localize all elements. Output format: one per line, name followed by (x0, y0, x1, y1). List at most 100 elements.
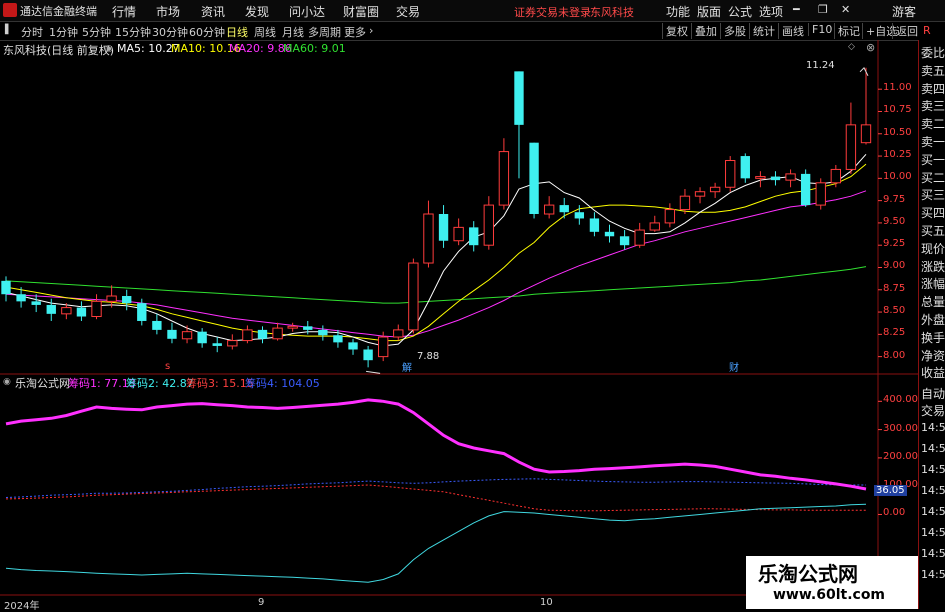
candle-down (137, 303, 147, 321)
menu-discover[interactable]: 发现 (245, 3, 269, 20)
menu-ask-xiaoda[interactable]: 问小达 (289, 3, 325, 20)
candle-down (122, 296, 132, 304)
period-1min[interactable]: 1分钟 (49, 24, 78, 40)
quote-field-label[interactable]: 外盘 (921, 311, 945, 328)
btn-stats[interactable]: 统计 (749, 23, 775, 39)
toolbar-menu-icon[interactable]: ▌ (5, 25, 12, 35)
btn-draw[interactable]: 画线 (778, 23, 804, 39)
quote-field-label[interactable]: 卖一 (921, 133, 945, 150)
chip3-line (5, 484, 866, 512)
menu-function[interactable]: 功能 (666, 3, 690, 20)
menu-wealth-circle[interactable]: 财富圈 (343, 3, 379, 20)
candle-down (574, 212, 585, 219)
btn-f10[interactable]: F10 (808, 23, 832, 36)
guest-user[interactable]: 游客 (892, 3, 916, 20)
period-weekly[interactable]: 周线 (254, 24, 276, 40)
quote-field-label[interactable]: 卖四 (921, 80, 945, 97)
quote-field-label[interactable]: 买四 (921, 204, 945, 221)
menu-news[interactable]: 资讯 (201, 3, 225, 20)
period-more[interactable]: 更多 (344, 24, 366, 40)
mark-s[interactable]: s (165, 361, 170, 372)
candle-down (604, 231, 615, 237)
period-monthly[interactable]: 月线 (282, 24, 304, 40)
quote-field-label[interactable]: 买二 (921, 169, 945, 186)
quote-field-label[interactable]: 卖三 (921, 97, 945, 114)
quote-field-label[interactable]: 买五 (921, 222, 945, 239)
x-label-sep: 9 (258, 597, 265, 608)
auto-trade-label[interactable]: 交易 (921, 402, 945, 419)
trade-login-status[interactable]: 证券交易未登录 (514, 4, 591, 20)
quote-field-label[interactable]: 现价 (921, 240, 945, 257)
chip2-line (5, 503, 867, 583)
candle-up (694, 191, 706, 197)
quote-field-label[interactable]: 买一 (921, 151, 945, 168)
close-icon[interactable]: ✕ (841, 3, 850, 16)
price-tick-label: 8.75 (883, 282, 906, 294)
low-marker (366, 370, 381, 374)
btn-back[interactable]: 返回 (892, 23, 918, 39)
quote-field-label[interactable]: 净资 (921, 347, 945, 364)
quote-field-label[interactable]: 卖五 (921, 62, 945, 79)
menu-layout[interactable]: 版面 (697, 3, 721, 20)
app-title: 通达信金融终端 (20, 5, 97, 18)
candle-up (106, 295, 117, 302)
panel-toggle-r[interactable]: R (923, 24, 931, 37)
period-daily[interactable]: 日线 (226, 24, 248, 40)
candle-up (860, 124, 872, 144)
menu-trade[interactable]: 交易 (396, 3, 420, 20)
chevron-right-icon[interactable]: › (369, 24, 373, 37)
minimize-icon[interactable]: ━ (793, 3, 800, 16)
period-60min[interactable]: 60分钟 (189, 24, 225, 40)
quote-field-label[interactable]: 买三 (921, 186, 945, 203)
chip4-value: 筹码4: 104.05 (245, 377, 320, 390)
auto-trade-label[interactable]: 自动 (921, 385, 945, 402)
period-5min[interactable]: 5分钟 (82, 24, 111, 40)
btn-overlay[interactable]: 叠加 (691, 23, 717, 39)
quote-field-label[interactable]: 涨幅 (921, 275, 945, 292)
candle-down (318, 329, 328, 336)
price-tick-label: 8.50 (883, 305, 906, 317)
menu-formula[interactable]: 公式 (728, 3, 752, 20)
quote-field-label[interactable]: 总量 (921, 293, 945, 310)
candle-down (167, 329, 177, 339)
period-30min[interactable]: 30分钟 (152, 24, 188, 40)
low-price-label: 7.88 (417, 351, 440, 362)
quote-field-label[interactable]: 委比 (921, 44, 945, 61)
kline-chart[interactable] (0, 40, 918, 609)
chip2-value: 筹码2: 42.87 (126, 377, 194, 390)
trade-time: 14:56 (921, 442, 945, 455)
watermark-title: 乐淘公式网 (758, 562, 858, 586)
candle-down (589, 218, 600, 232)
menu-market-quotes[interactable]: 行情 (112, 3, 136, 20)
candle-down (152, 320, 162, 330)
btn-mark[interactable]: 标记 (834, 23, 860, 39)
price-tick-label: 9.75 (883, 193, 906, 205)
indicator-tick-label: 300.00 (883, 422, 918, 434)
candle-up (378, 336, 389, 358)
quote-field-label[interactable]: 收益 (921, 364, 945, 381)
price-tick-label: 9.00 (883, 260, 906, 272)
mark-jie[interactable]: 解 (402, 359, 412, 374)
menu-options[interactable]: 选项 (759, 3, 783, 20)
candle-up (483, 204, 494, 246)
quote-field-label[interactable]: 涨跌 (921, 258, 945, 275)
candle-down (333, 335, 343, 343)
btn-multistock[interactable]: 多股 (720, 23, 746, 39)
menu-market[interactable]: 市场 (156, 3, 180, 20)
candle-down (303, 326, 313, 330)
period-intraday[interactable]: 分时 (21, 24, 43, 40)
btn-adjust[interactable]: 复权 (662, 23, 688, 39)
period-15min[interactable]: 15分钟 (115, 24, 151, 40)
maximize-icon[interactable]: ❐ (818, 3, 828, 16)
chip3-value: 筹码3: 15.15 (186, 377, 254, 390)
candle-down (197, 331, 207, 344)
period-multi[interactable]: 多周期 (308, 24, 341, 40)
quote-field-label[interactable]: 换手 (921, 329, 945, 346)
quote-field-label[interactable]: 卖二 (921, 115, 945, 132)
candle-down (438, 214, 449, 241)
mark-cai[interactable]: 财 (729, 359, 739, 374)
trade-time: 14:56 (921, 568, 945, 581)
candle-down (514, 71, 524, 125)
indicator-settings-icon[interactable]: ◉ (3, 377, 11, 387)
indicator-name[interactable]: 乐淘公式网 (15, 375, 70, 391)
